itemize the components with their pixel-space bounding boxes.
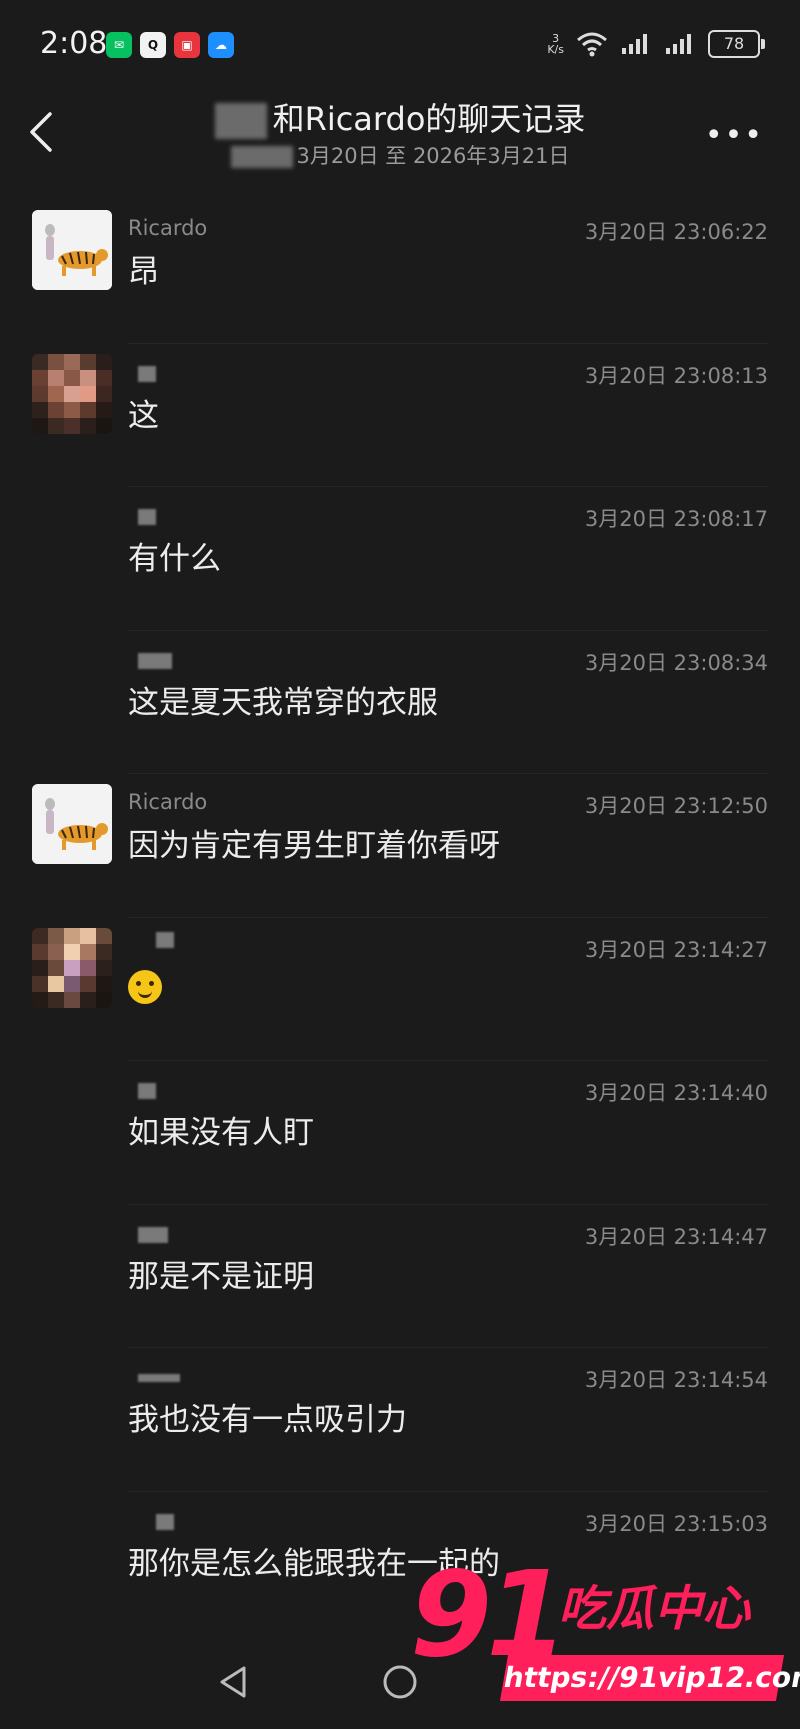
redacted-sender — [156, 931, 174, 948]
message-item[interactable]: 3月20日 23:14:27 — [0, 918, 800, 1061]
tiger-avatar-icon — [32, 210, 112, 290]
message-text[interactable]: 如果没有人盯 — [128, 1107, 314, 1152]
redacted-sender — [156, 1513, 174, 1530]
wechat-icon: ✉ — [106, 32, 132, 58]
message-text[interactable]: 我也没有一点吸引力 — [128, 1394, 407, 1439]
wifi-icon — [577, 32, 607, 57]
watermark-url: https://91vip12.com — [499, 1655, 800, 1701]
avatar-ricardo[interactable] — [32, 210, 112, 290]
network-speed: 3 K/s — [547, 32, 564, 56]
message-emoji[interactable] — [128, 968, 162, 1004]
site-watermark: 91 吃瓜中心 https://91vip12.com — [400, 1545, 800, 1720]
mosaic-avatar — [32, 927, 112, 1008]
message-item[interactable]: 3月20日 23:08:13 这 — [0, 344, 800, 487]
chat-history-header: 和Ricardo的聊天记录 3月20日 至 2026年3月21日 ••• — [0, 80, 800, 180]
message-text[interactable]: 因为肯定有男生盯着你看呀 — [128, 820, 500, 865]
message-item[interactable]: 3月20日 23:08:17 有什么 — [0, 487, 800, 631]
message-time: 3月20日 23:08:13 — [584, 363, 768, 388]
message-item[interactable]: Ricardo 3月20日 23:06:22 昂 — [0, 200, 800, 344]
message-text[interactable]: 有什么 — [128, 533, 221, 578]
status-indicators: 3 K/s 78 — [547, 30, 765, 58]
message-text[interactable]: 那是不是证明 — [128, 1251, 314, 1296]
redacted-sender — [138, 1226, 168, 1243]
signal-icon-1 — [622, 34, 647, 54]
message-item[interactable]: Ricardo 3月20日 23:12:50 因为肯定有男生盯着你看呀 — [0, 774, 800, 918]
message-text[interactable]: 昂 — [128, 246, 159, 291]
message-time: 3月20日 23:12:50 — [584, 794, 768, 818]
red-app-icon: ▣ — [174, 32, 200, 58]
message-time: 3月20日 23:08:34 — [584, 650, 768, 675]
redacted-sender — [138, 1083, 156, 1099]
status-time: 2:08 — [40, 26, 108, 61]
redacted-sender — [138, 365, 156, 382]
avatar-ricardo[interactable] — [32, 784, 112, 864]
message-item[interactable]: 3月20日 23:14:54 我也没有一点吸引力 — [0, 1348, 800, 1492]
avatar-redacted[interactable] — [32, 353, 112, 434]
message-text[interactable]: 这是夏天我常穿的衣服 — [128, 677, 438, 722]
message-time: 3月20日 23:14:47 — [584, 1224, 768, 1249]
redacted-name — [214, 103, 267, 139]
message-time: 3月20日 23:14:27 — [584, 937, 768, 962]
message-time: 3月20日 23:14:54 — [584, 1368, 768, 1392]
tiger-avatar-icon — [32, 784, 112, 864]
message-item[interactable]: 3月20日 23:08:34 这是夏天我常穿的衣服 — [0, 631, 800, 774]
battery-icon: 78 — [708, 30, 765, 58]
more-options-icon[interactable]: ••• — [705, 118, 764, 153]
slightly-smiling-face-icon — [128, 970, 162, 1004]
message-item[interactable]: 3月20日 23:14:47 那是不是证明 — [0, 1205, 800, 1348]
message-time: 3月20日 23:14:40 — [584, 1081, 768, 1105]
redacted-sender — [138, 1374, 180, 1382]
qq-icon: Q — [140, 32, 166, 58]
message-list[interactable]: Ricardo 3月20日 23:06:22 昂 3月20日 23:08:13 … — [0, 200, 800, 1635]
blue-app-icon: ☁ — [208, 32, 234, 58]
redacted-sender — [138, 509, 156, 525]
sender-name: Ricardo — [128, 790, 208, 814]
redacted-date — [230, 146, 293, 168]
message-item[interactable]: 3月20日 23:14:40 如果没有人盯 — [0, 1061, 800, 1205]
status-app-icons: ✉ Q ▣ ☁ — [106, 32, 234, 58]
message-time: 3月20日 23:15:03 — [584, 1511, 768, 1536]
message-time: 3月20日 23:06:22 — [584, 220, 768, 244]
nav-back-icon[interactable] — [216, 1662, 250, 1702]
signal-icon-2 — [666, 34, 691, 54]
message-text[interactable]: 这 — [128, 390, 159, 435]
page-title: 和Ricardo的聊天记录 — [0, 94, 800, 140]
status-bar: 2:08 ✉ Q ▣ ☁ 3 K/s 78 — [0, 0, 800, 80]
date-range: 3月20日 至 2026年3月21日 — [0, 140, 800, 170]
watermark-brand: 吃瓜中心 — [558, 1581, 751, 1637]
mosaic-avatar — [32, 353, 112, 434]
message-time: 3月20日 23:08:17 — [584, 507, 768, 531]
redacted-sender — [138, 652, 172, 669]
avatar-redacted[interactable] — [32, 927, 112, 1008]
sender-name: Ricardo — [128, 216, 208, 240]
